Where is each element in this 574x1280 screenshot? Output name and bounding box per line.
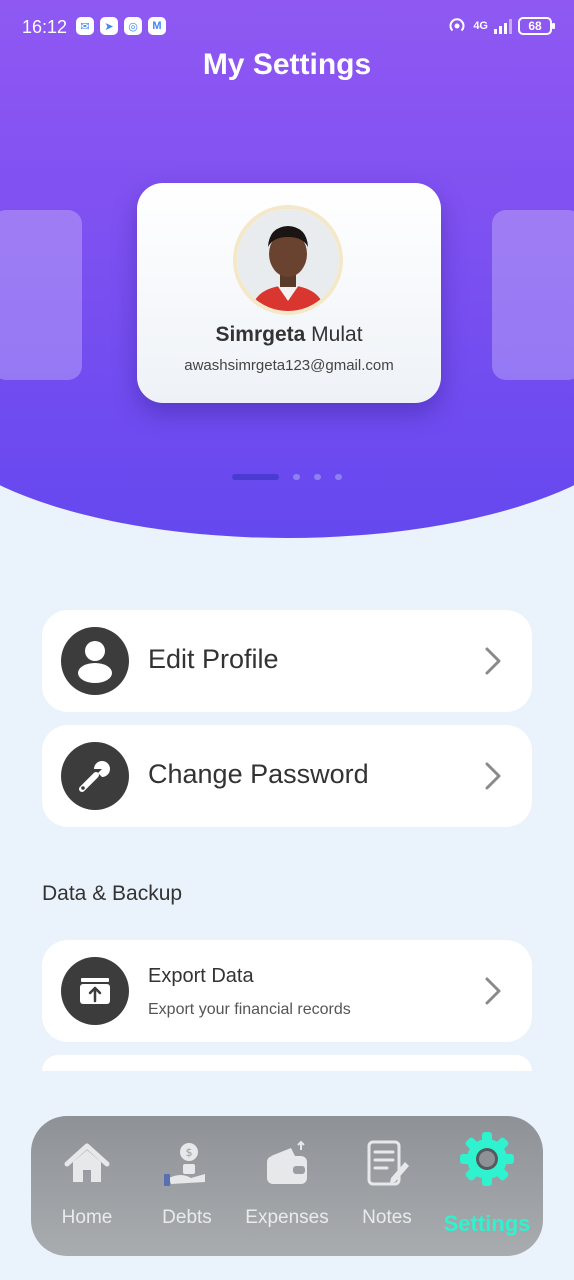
page-title: My Settings bbox=[202, 48, 372, 81]
chevron-right-icon bbox=[485, 647, 501, 675]
carousel-next-card[interactable] bbox=[492, 210, 574, 380]
profile-email: awashsimrgeta123@gmail.com bbox=[184, 357, 394, 374]
nav-home-label: Home bbox=[61, 1207, 113, 1228]
nav-expenses[interactable]: Expenses bbox=[237, 1116, 337, 1256]
battery-icon: 68 bbox=[518, 17, 555, 35]
profile-first-name: Simrgeta bbox=[215, 323, 306, 346]
nav-home[interactable]: Home bbox=[37, 1116, 137, 1256]
export-data-title: Export Data bbox=[148, 965, 254, 987]
battery-level: 68 bbox=[528, 19, 542, 33]
gear-icon bbox=[460, 1132, 514, 1186]
profile-card[interactable]: Simrgeta Mulat awashsimrgeta123@gmail.co… bbox=[137, 183, 441, 403]
mail-icon: M bbox=[148, 17, 166, 35]
nav-debts[interactable]: $ Debts bbox=[137, 1116, 237, 1256]
nav-notes-label: Notes bbox=[362, 1207, 412, 1228]
home-icon bbox=[64, 1143, 110, 1182]
profile-last-name: Mulat bbox=[311, 323, 363, 346]
profile-name: Simrgeta Mulat bbox=[137, 323, 441, 347]
bottom-nav: Home $ Debts Expenses Notes Settings bbox=[31, 1116, 543, 1256]
signal-icon bbox=[494, 18, 512, 34]
export-data-button[interactable]: Export Data Export your financial record… bbox=[42, 940, 532, 1042]
svg-text:$: $ bbox=[186, 1146, 193, 1159]
avatar-image bbox=[237, 209, 339, 311]
carousel-prev-card[interactable] bbox=[0, 210, 82, 380]
change-password-label: Change Password bbox=[148, 759, 369, 789]
chrome-icon: ◎ bbox=[124, 17, 142, 35]
next-menu-item-partial[interactable] bbox=[42, 1055, 532, 1071]
change-password-button[interactable]: Change Password bbox=[42, 725, 532, 827]
nav-expenses-label: Expenses bbox=[245, 1207, 329, 1228]
wallet-icon bbox=[267, 1140, 307, 1184]
status-right: 4G 68 bbox=[447, 16, 555, 36]
app-icon: ✉ bbox=[76, 17, 94, 35]
export-icon bbox=[61, 957, 129, 1025]
status-bar: 16:12 ✉ ➤ ◎ M 4G 68 bbox=[0, 0, 574, 54]
notification-icons: ✉ ➤ ◎ M bbox=[76, 17, 166, 35]
user-icon bbox=[61, 627, 129, 695]
carousel-dot[interactable] bbox=[335, 474, 342, 480]
export-data-description: Export your financial records bbox=[148, 1001, 351, 1018]
status-time: 16:12 bbox=[22, 17, 68, 37]
telegram-icon: ➤ bbox=[100, 17, 118, 35]
carousel-dot-active[interactable] bbox=[232, 474, 279, 480]
carousel-indicator bbox=[232, 474, 342, 480]
section-title-data-backup: Data & Backup bbox=[42, 882, 183, 905]
avatar bbox=[233, 205, 343, 315]
edit-profile-label: Edit Profile bbox=[148, 644, 279, 674]
carousel-dot[interactable] bbox=[293, 474, 300, 480]
network-label: 4G bbox=[473, 20, 488, 32]
chevron-right-icon bbox=[485, 977, 501, 1005]
hotspot-icon bbox=[449, 18, 465, 32]
carousel-dot[interactable] bbox=[314, 474, 321, 480]
nav-debts-label: Debts bbox=[162, 1207, 212, 1228]
notes-icon bbox=[367, 1140, 409, 1186]
header: 16:12 ✉ ➤ ◎ M 4G 68 My Settings Simrgeta… bbox=[0, 0, 574, 540]
nav-notes[interactable]: Notes bbox=[337, 1116, 437, 1256]
edit-profile-button[interactable]: Edit Profile bbox=[42, 610, 532, 712]
debts-icon: $ bbox=[164, 1143, 205, 1186]
nav-settings-label: Settings bbox=[443, 1211, 531, 1236]
nav-settings[interactable]: Settings bbox=[437, 1116, 537, 1256]
chevron-right-icon bbox=[485, 762, 501, 790]
wrench-icon bbox=[61, 742, 129, 810]
